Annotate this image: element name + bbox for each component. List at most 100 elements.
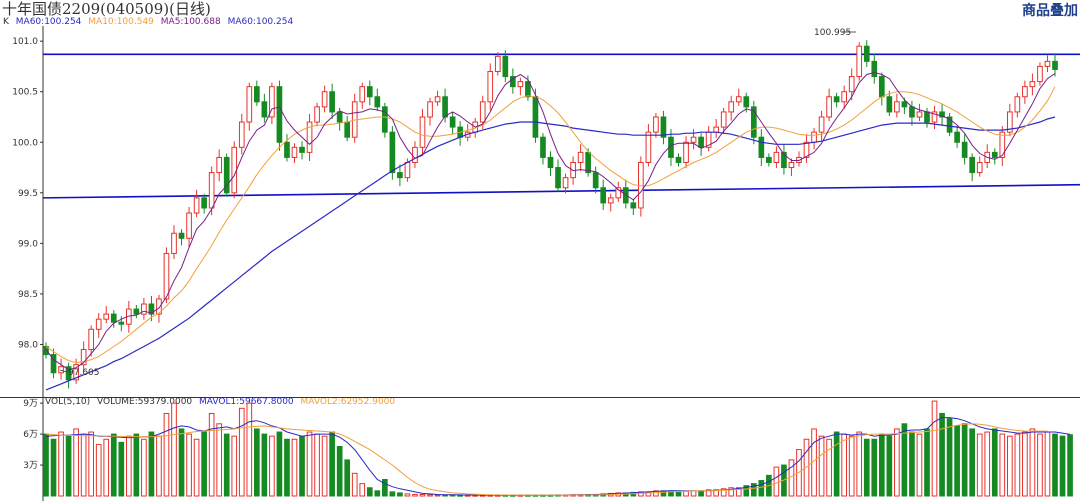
candle-body — [208, 172, 215, 209]
volume-bar — [991, 428, 998, 497]
mavol1-line — [45, 417, 1071, 496]
volume-bar — [110, 433, 117, 497]
legend-ma5: MA5:100.688 — [161, 17, 221, 27]
moving-average-lines — [45, 71, 1056, 391]
volume-axis-ticks: 9万 6万 3万 — [23, 399, 43, 471]
volume-bar — [246, 402, 253, 497]
candle-body — [1052, 60, 1058, 70]
volume-bar — [148, 431, 155, 497]
candle-body — [374, 96, 381, 108]
candle-body — [276, 86, 283, 143]
candle-body — [1022, 86, 1028, 98]
candle-body — [449, 116, 456, 128]
volume-bar — [698, 490, 704, 497]
candle-body — [600, 187, 607, 204]
candle-body — [826, 96, 832, 118]
volume-bar — [412, 493, 418, 497]
volume-bar — [826, 438, 832, 497]
volume-bar — [1044, 431, 1051, 497]
volume-bar — [366, 487, 373, 497]
legend-k: K — [3, 17, 10, 27]
volume-bar — [683, 490, 689, 497]
volume-bar — [329, 431, 335, 497]
support-resistance-line — [42, 183, 1080, 199]
candle-body — [231, 146, 238, 194]
candle-body — [494, 55, 501, 72]
candle-body — [336, 111, 343, 123]
volume-bar — [1014, 433, 1021, 497]
candle-body — [382, 106, 388, 133]
volume-bar — [118, 441, 125, 497]
candle-body — [359, 86, 366, 103]
candle-body — [735, 96, 742, 103]
candle-body — [886, 96, 893, 113]
volume-bar — [758, 480, 765, 497]
volume-bar — [1059, 435, 1066, 497]
volume-bar — [208, 412, 215, 497]
volume-bar — [404, 493, 411, 497]
candle-body — [389, 131, 396, 174]
volume-bar — [374, 490, 381, 497]
volume-tick-label: 6万 — [23, 430, 38, 440]
volume-bar — [306, 431, 313, 497]
volume-bar — [931, 400, 938, 497]
volume-bar — [186, 433, 192, 497]
candle-body — [434, 96, 441, 103]
volume-bar — [434, 494, 441, 497]
price-tick-label: 99.0 — [18, 239, 38, 249]
candle-body — [1044, 60, 1051, 67]
price-tick-label: 100.0 — [12, 138, 38, 148]
candle-body — [329, 91, 335, 113]
candle-body — [178, 232, 185, 239]
candle-body — [547, 156, 554, 169]
candle-body — [216, 156, 223, 174]
volume-bar — [916, 433, 923, 497]
candle-body — [969, 156, 976, 174]
candle-body — [577, 151, 584, 163]
volume-bar — [878, 433, 885, 497]
volume-bar — [382, 478, 388, 497]
candle-body — [344, 121, 351, 138]
volume-bar — [939, 412, 945, 497]
volume-bar — [58, 431, 64, 497]
volume-bar — [969, 428, 976, 497]
price-legend: K MA60:100.254 MA10:100.549 MA5:100.688 … — [3, 17, 293, 27]
candle-body — [833, 96, 840, 103]
volume-bar — [276, 431, 283, 497]
volume-bar — [50, 438, 57, 497]
volume-bar — [397, 492, 403, 497]
price-axis-ticks: 101.0 100.5 100.0 99.5 99.0 98.5 98.0 — [12, 37, 43, 350]
volume-tick-label: 3万 — [23, 461, 38, 471]
volume-bar — [909, 431, 915, 497]
price-tick-label: 99.5 — [18, 189, 38, 199]
volume-bar — [171, 402, 177, 497]
volume-bar — [141, 438, 147, 497]
volume-bar — [284, 438, 290, 497]
volume-bar — [216, 423, 223, 497]
volume-bar — [773, 466, 780, 497]
price-tick-label: 100.5 — [12, 88, 38, 98]
volume-bar — [818, 435, 825, 497]
candle-body — [479, 101, 486, 123]
volume-bar — [178, 428, 185, 497]
candle-body — [186, 212, 192, 239]
candle-body — [690, 136, 697, 143]
volume-bar — [299, 435, 305, 497]
volume-bar — [1067, 434, 1073, 497]
volume-bar — [314, 433, 320, 497]
candle-body — [246, 86, 253, 123]
candle-body — [163, 252, 170, 300]
candle-body — [894, 101, 900, 113]
volume-bar — [73, 428, 79, 497]
legend-ma60: MA60:100.254 — [16, 17, 82, 27]
volume-bar — [223, 433, 230, 497]
candle-body — [193, 197, 200, 214]
candle-body — [743, 96, 750, 108]
volume-bar — [924, 428, 930, 497]
volume-average-lines — [45, 417, 1071, 496]
volume-bar — [690, 490, 697, 497]
candle-body — [118, 321, 125, 325]
candle-body — [901, 101, 908, 108]
candle-body — [141, 303, 147, 315]
candle-body — [442, 96, 448, 118]
